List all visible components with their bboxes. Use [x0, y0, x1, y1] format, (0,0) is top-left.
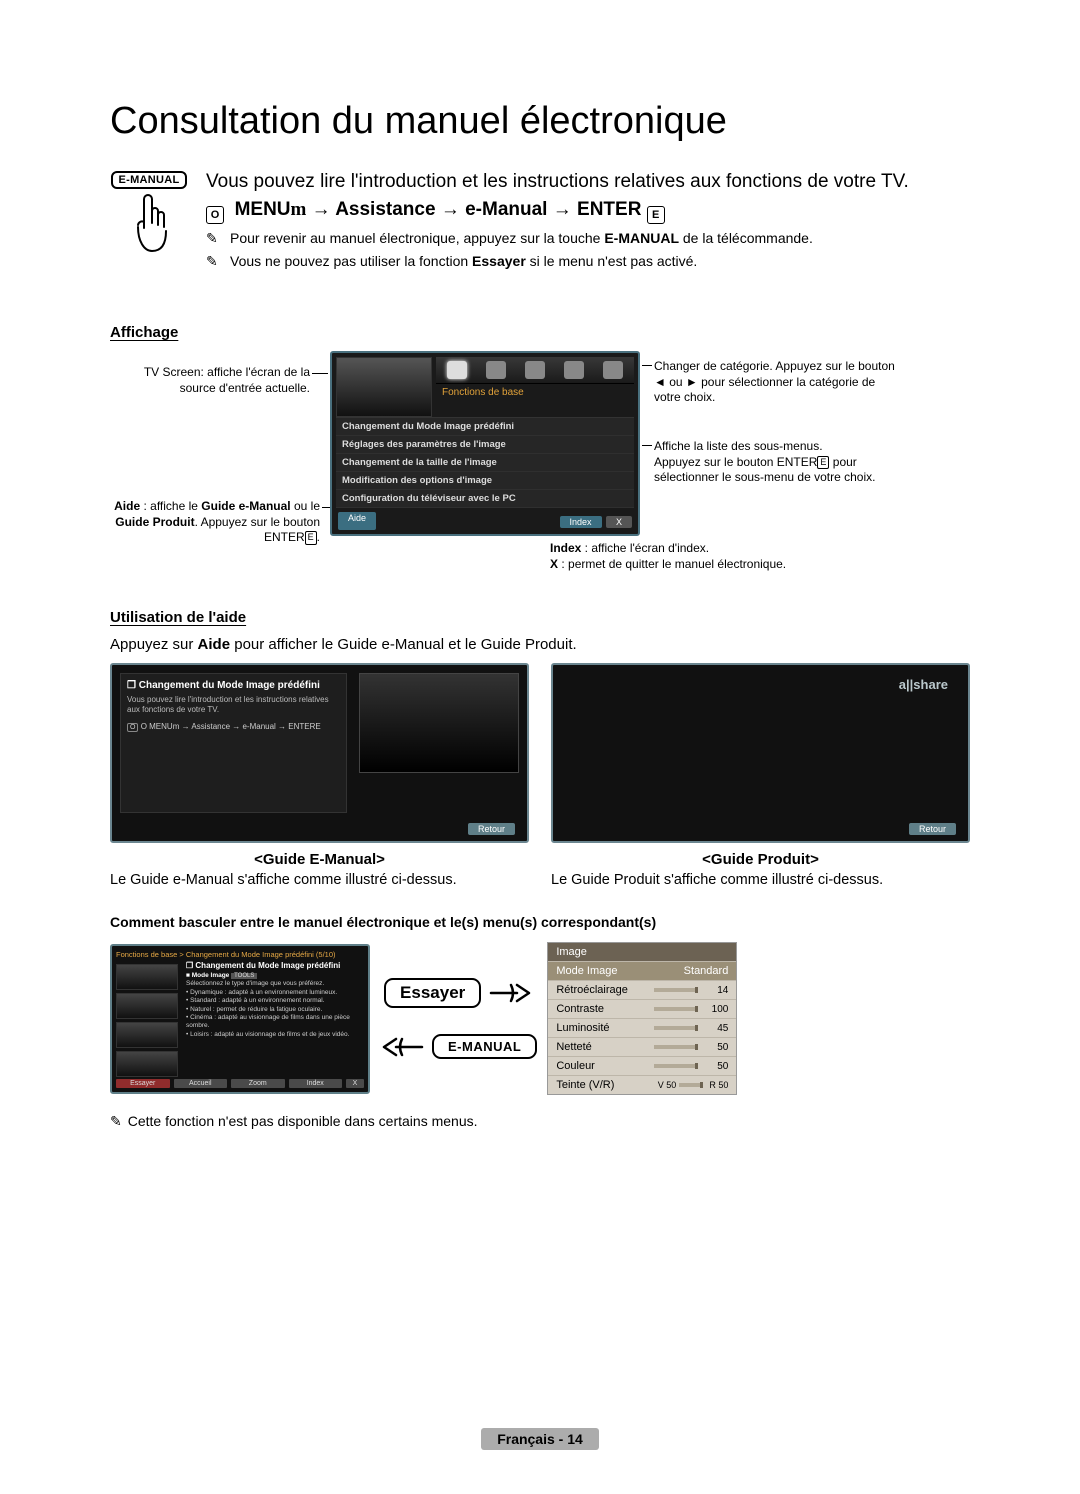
- intro-text: Vous pouvez lire l'introduction et les i…: [206, 171, 909, 193]
- emanual-pill: E-MANUAL: [432, 1034, 537, 1059]
- close-button: X: [606, 516, 632, 528]
- annotation-tvscreen: TV Screen: affiche l'écran de la source …: [110, 365, 310, 396]
- tv-ui-mock: Fonctions de base Changement du Mode Ima…: [330, 351, 640, 536]
- retour-button: Retour: [909, 823, 956, 835]
- arrow-right-icon: [489, 982, 533, 1004]
- arrow-left-icon: [380, 1036, 424, 1058]
- essayer-pill: Essayer: [384, 978, 481, 1008]
- guide-produit-desc: Le Guide Produit s'affiche comme illustr…: [551, 872, 970, 888]
- list-item: Réglages des paramètres de l'image: [336, 436, 634, 454]
- hand-icon: [122, 193, 176, 257]
- list-item: Configuration du téléviseur avec le PC: [336, 490, 634, 508]
- guide-produit-screenshot: a||share Retour: [551, 663, 970, 843]
- enter-icon: E: [647, 206, 665, 224]
- guide-emanual-screenshot: ❐ Changement du Mode Image prédéfini Vou…: [110, 663, 529, 843]
- annotation-submenu: Affiche la liste des sous-menus. Appuyez…: [654, 439, 914, 486]
- mini-preview: [359, 673, 519, 773]
- tab-icon: [564, 361, 584, 379]
- note-icon: ✎: [110, 1113, 122, 1130]
- tab-icon: [486, 361, 506, 379]
- list-item: Changement du Mode Image prédéfini: [336, 418, 634, 436]
- menu-path: O MENUm → Assistance → e-Manual → ENTER …: [206, 199, 909, 224]
- osd-image-menu: Image Mode Image Standard Rétroéclairage…: [547, 942, 737, 1095]
- osd-icon: O: [206, 206, 224, 224]
- emanual-badge: E-MANUAL: [111, 171, 186, 189]
- osd-row: Contraste100: [548, 999, 736, 1018]
- note-2: ✎ Vous ne pouvez pas utiliser la fonctio…: [206, 253, 909, 270]
- osd-header: Image: [548, 943, 736, 961]
- utilisation-desc: Appuyez sur Aide pour afficher le Guide …: [110, 636, 970, 653]
- osd-row: Couleur50: [548, 1056, 736, 1075]
- arrow-essayer: Essayer: [384, 978, 533, 1008]
- final-note: ✎ Cette fonction n'est pas disponible da…: [110, 1113, 970, 1130]
- note-icon: ✎: [206, 253, 224, 270]
- osd-row: Netteté50: [548, 1037, 736, 1056]
- osd-row: Luminosité45: [548, 1018, 736, 1037]
- section-utilisation: Utilisation de l'aide: [110, 609, 970, 626]
- section-affichage: Affichage: [110, 324, 970, 341]
- category-label: Fonctions de base: [436, 384, 634, 401]
- guide-emanual-label: <Guide E-Manual>: [110, 851, 529, 868]
- index-button: Index: [560, 516, 602, 528]
- osd-row: Rétroéclairage14: [548, 980, 736, 999]
- section-bascule: Comment basculer entre le manuel électro…: [110, 914, 970, 930]
- note-icon: ✎: [206, 230, 224, 247]
- emanual-detail-screenshot: Fonctions de base > Changement du Mode I…: [110, 944, 370, 1094]
- tab-icon: [447, 361, 467, 379]
- note-1: ✎ Pour revenir au manuel électronique, a…: [206, 230, 909, 247]
- affichage-diagram: TV Screen: affiche l'écran de la source …: [110, 351, 970, 591]
- list-item: Changement de la taille de l'image: [336, 454, 634, 472]
- retour-button: Retour: [468, 823, 515, 835]
- category-tabs: [436, 357, 634, 384]
- remote-illustration: E-MANUAL: [110, 171, 188, 276]
- annotation-index-x: Index : affiche l'écran d'index. X : per…: [550, 541, 870, 572]
- annotation-aide: Aide : affiche le Guide e-Manual ou le G…: [100, 499, 320, 546]
- list-item: Modification des options d'image: [336, 472, 634, 490]
- tab-icon: [603, 361, 623, 379]
- allshare-logo: a||share: [899, 677, 948, 692]
- page-title: Consultation du manuel électronique: [110, 100, 970, 143]
- guide-produit-label: <Guide Produit>: [551, 851, 970, 868]
- submenu-list: Changement du Mode Image prédéfini Régla…: [336, 417, 634, 508]
- osd-row-highlight: Mode Image Standard: [548, 961, 736, 980]
- tv-screen-thumb: [336, 357, 432, 417]
- annotation-category: Changer de catégorie. Appuyez sur le bou…: [654, 359, 904, 406]
- arrow-emanual: E-MANUAL: [380, 1034, 537, 1059]
- page-footer: Français - 14: [481, 1428, 599, 1450]
- essayer-mini-button: Essayer: [116, 1079, 170, 1088]
- tab-icon: [525, 361, 545, 379]
- osd-row-tint: Teinte (V/R)V 50 R 50: [548, 1075, 736, 1094]
- aide-button: Aide: [338, 512, 376, 530]
- guide-emanual-desc: Le Guide e-Manual s'affiche comme illust…: [110, 872, 529, 888]
